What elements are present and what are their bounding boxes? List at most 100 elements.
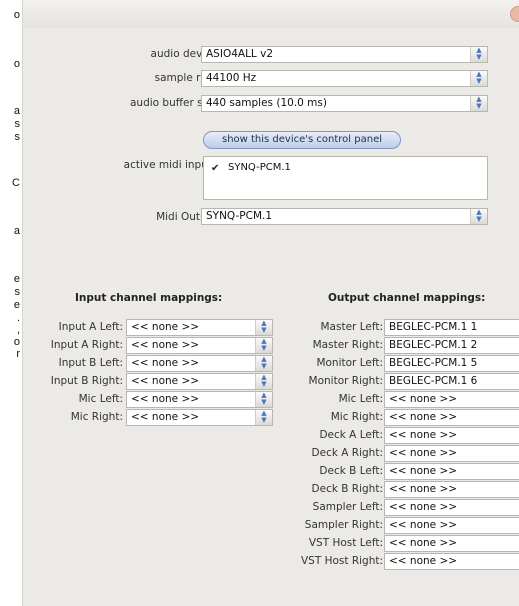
midi-output-select[interactable]: SYNQ-PCM.1 ▲ ▼ xyxy=(201,208,488,225)
output-mapping-value: BEGLEC-PCM.1 1 xyxy=(389,321,478,333)
midi-output-value: SYNQ-PCM.1 xyxy=(206,210,273,222)
output-mappings-heading: Output channel mappings: xyxy=(328,292,486,304)
output-mapping-select[interactable]: << none >> xyxy=(384,427,519,444)
output-mapping-select[interactable]: BEGLEC-PCM.1 2 xyxy=(384,337,519,354)
output-mapping-value: BEGLEC-PCM.1 6 xyxy=(389,375,478,387)
sample-rate-select[interactable]: 44100 Hz ▲ ▼ xyxy=(201,70,488,87)
input-mapping-select[interactable]: << none >> ▲ ▼ xyxy=(126,391,273,408)
output-mapping-value: BEGLEC-PCM.1 2 xyxy=(389,339,478,351)
input-mapping-select[interactable]: << none >> ▲ ▼ xyxy=(126,409,273,426)
output-mapping-label: Mic Right: xyxy=(330,411,383,423)
output-mapping-value: << none >> xyxy=(389,501,458,513)
stepper-icon[interactable]: ▲ ▼ xyxy=(255,374,272,389)
input-mapping-label: Mic Right: xyxy=(70,411,123,423)
stepper-icon[interactable]: ▲ ▼ xyxy=(470,209,487,224)
input-mapping-value: << none >> xyxy=(131,375,200,387)
output-mapping-value: BEGLEC-PCM.1 5 xyxy=(389,357,478,369)
input-mapping-label: Input A Right: xyxy=(50,339,123,351)
output-mapping-value: << none >> xyxy=(389,519,458,531)
strip-char: s xyxy=(14,118,21,130)
output-mapping-select[interactable]: << none >> xyxy=(384,463,519,480)
title-bar xyxy=(23,0,519,28)
strip-char: a xyxy=(13,225,20,237)
output-mapping-select[interactable]: << none >> xyxy=(384,517,519,534)
strip-char: s xyxy=(14,286,21,298)
stepper-icon[interactable]: ▲ ▼ xyxy=(255,392,272,407)
output-mapping-select[interactable]: BEGLEC-PCM.1 5 xyxy=(384,355,519,372)
checkbox-checked-icon[interactable]: ✔ xyxy=(211,163,222,174)
strip-char: . xyxy=(16,312,20,324)
output-mapping-label: VST Host Left: xyxy=(308,537,383,549)
input-mapping-label: Mic Left: xyxy=(78,393,123,405)
output-mapping-select[interactable]: << none >> xyxy=(384,445,519,462)
output-mapping-select[interactable]: BEGLEC-PCM.1 1 xyxy=(384,319,519,336)
input-mapping-select[interactable]: << none >> ▲ ▼ xyxy=(126,337,273,354)
input-mapping-value: << none >> xyxy=(131,321,200,333)
output-mapping-select[interactable]: << none >> xyxy=(384,409,519,426)
input-mapping-select[interactable]: << none >> ▲ ▼ xyxy=(126,355,273,372)
input-mapping-value: << none >> xyxy=(131,411,200,423)
output-mapping-value: << none >> xyxy=(389,555,458,567)
output-mapping-label: Master Left: xyxy=(320,321,384,333)
output-mapping-value: << none >> xyxy=(389,537,458,549)
output-mapping-value: << none >> xyxy=(389,429,458,441)
input-mappings-heading: Input channel mappings: xyxy=(75,292,223,304)
output-mapping-label: Deck A Right: xyxy=(311,447,383,459)
midi-inputs-list[interactable]: ✔ SYNQ-PCM.1 xyxy=(203,156,488,200)
input-mapping-label: Input B Left: xyxy=(58,357,123,369)
input-mapping-value: << none >> xyxy=(131,339,200,351)
strip-char: a xyxy=(13,105,20,117)
buffer-size-select[interactable]: 440 samples (10.0 ms) ▲ ▼ xyxy=(201,95,488,112)
input-mapping-value: << none >> xyxy=(131,393,200,405)
output-mapping-label: Sampler Right: xyxy=(304,519,383,531)
buffer-size-value: 440 samples (10.0 ms) xyxy=(206,97,327,109)
stepper-icon[interactable]: ▲ ▼ xyxy=(255,320,272,335)
output-mapping-select[interactable]: << none >> xyxy=(384,535,519,552)
stepper-icon[interactable]: ▲ ▼ xyxy=(470,47,487,62)
output-mapping-select[interactable]: << none >> xyxy=(384,391,519,408)
input-mapping-value: << none >> xyxy=(131,357,200,369)
output-mapping-select[interactable]: << none >> xyxy=(384,553,519,570)
strip-char: r xyxy=(16,348,20,360)
output-mapping-select[interactable]: BEGLEC-PCM.1 6 xyxy=(384,373,519,390)
stepper-icon[interactable]: ▲ ▼ xyxy=(470,96,487,111)
strip-char: , xyxy=(16,324,20,336)
audio-settings-dialog: audio device: ASIO4ALL v2 ▲ ▼ sample rate… xyxy=(22,0,519,606)
output-mapping-value: << none >> xyxy=(389,393,458,405)
input-mapping-label: Input A Left: xyxy=(58,321,123,333)
output-mapping-label: Mic Left: xyxy=(338,393,383,405)
stepper-icon[interactable]: ▲ ▼ xyxy=(255,338,272,353)
strip-char: o xyxy=(13,9,20,21)
input-mapping-select[interactable]: << none >> ▲ ▼ xyxy=(126,319,273,336)
strip-char: o xyxy=(13,336,20,348)
strip-char: e xyxy=(13,299,20,311)
output-mapping-label: Deck A Left: xyxy=(319,429,383,441)
strip-char: e xyxy=(13,273,20,285)
output-mapping-value: << none >> xyxy=(389,465,458,477)
strip-char: o xyxy=(13,58,20,70)
output-mapping-label: Sampler Left: xyxy=(312,501,383,513)
output-mapping-value: << none >> xyxy=(389,483,458,495)
audio-device-select[interactable]: ASIO4ALL v2 ▲ ▼ xyxy=(201,46,488,63)
stepper-icon[interactable]: ▲ ▼ xyxy=(470,71,487,86)
close-icon[interactable] xyxy=(510,6,519,22)
sample-rate-value: 44100 Hz xyxy=(206,72,257,84)
audio-device-value: ASIO4ALL v2 xyxy=(206,48,274,60)
page: o o a s s C a e s e . , o r audio device… xyxy=(0,0,519,606)
output-mapping-label: Monitor Left: xyxy=(316,357,383,369)
stepper-icon[interactable]: ▲ ▼ xyxy=(255,356,272,371)
output-mapping-value: << none >> xyxy=(389,411,458,423)
strip-char: C xyxy=(12,177,20,189)
output-mapping-label: VST Host Right: xyxy=(300,555,383,567)
strip-char: s xyxy=(14,131,21,143)
output-mapping-value: << none >> xyxy=(389,447,458,459)
stepper-icon[interactable]: ▲ ▼ xyxy=(255,410,272,425)
output-mapping-label: Deck B Right: xyxy=(311,483,383,495)
show-control-panel-button[interactable]: show this device's control panel xyxy=(203,131,401,149)
output-mapping-select[interactable]: << none >> xyxy=(384,481,519,498)
input-mapping-label: Input B Right: xyxy=(50,375,123,387)
output-mapping-label: Master Right: xyxy=(312,339,383,351)
input-mapping-select[interactable]: << none >> ▲ ▼ xyxy=(126,373,273,390)
output-mapping-label: Deck B Left: xyxy=(319,465,383,477)
output-mapping-select[interactable]: << none >> xyxy=(384,499,519,516)
